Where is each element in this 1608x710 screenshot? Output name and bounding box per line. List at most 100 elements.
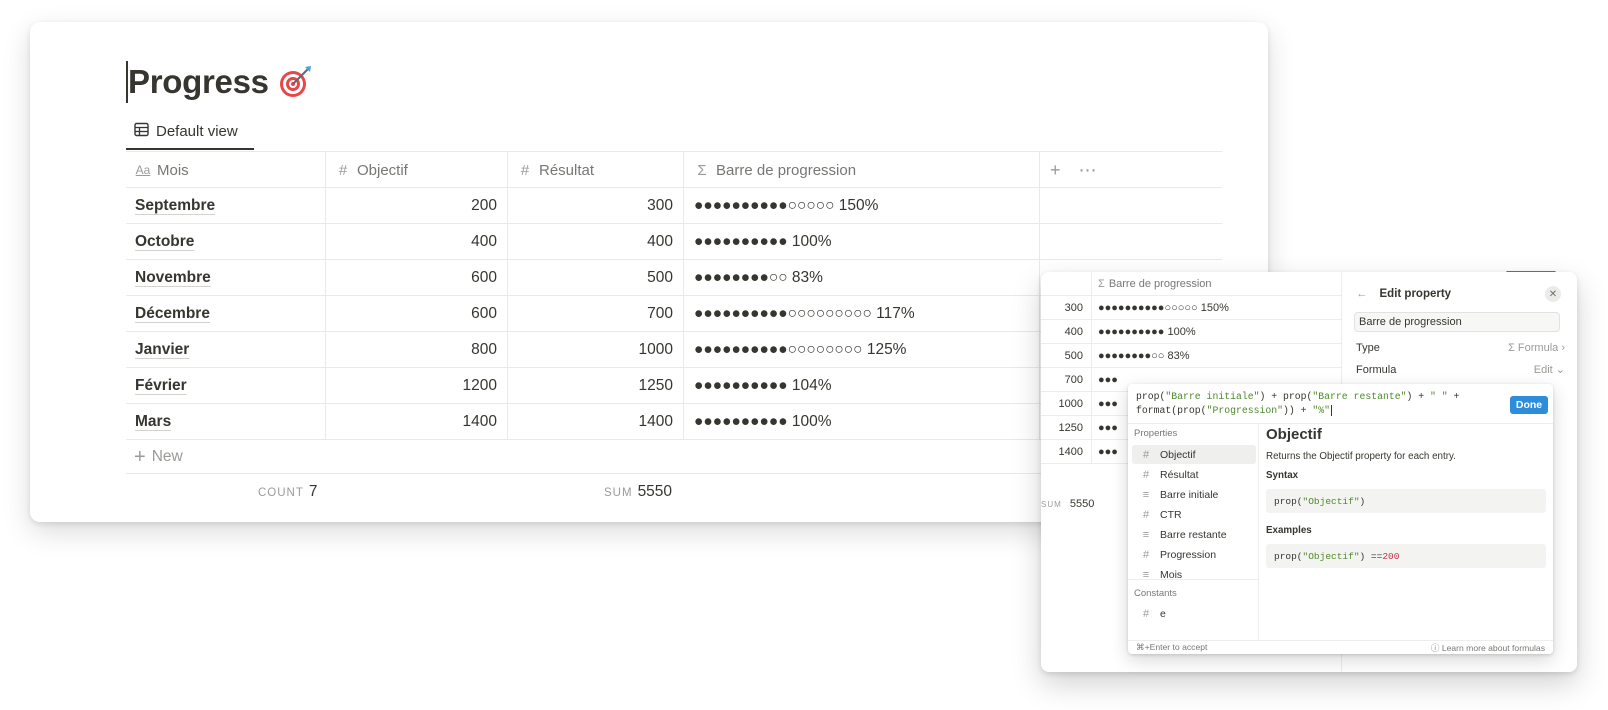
cell-resultat[interactable]: 400 — [508, 224, 684, 260]
text-lines-icon: ≡ — [1142, 528, 1150, 541]
mini-row[interactable]: 500 ●●●●●●●●○○ 83% — [1041, 344, 1341, 368]
cell-resultat[interactable]: 300 — [508, 188, 684, 224]
cell-resultat[interactable]: 1400 — [508, 404, 684, 440]
cell-objectif[interactable]: 600 — [326, 260, 508, 296]
learn-more-link[interactable]: ⓘ Learn more about formulas — [1431, 642, 1545, 654]
cell-barre[interactable]: ●●●●●●●●○○ 83% — [684, 260, 1040, 296]
column-label: Mois — [157, 161, 189, 179]
formula-string: "Barre restante" — [1312, 391, 1407, 402]
formula-row[interactable]: Formula Edit ⌄ — [1356, 363, 1565, 377]
cell-objectif[interactable]: 600 — [326, 296, 508, 332]
mini-resultat: 700 — [1041, 368, 1092, 392]
column-header-mois[interactable]: Aa Mois — [126, 152, 326, 188]
property-item-objectif[interactable]: # Objectif — [1132, 445, 1256, 464]
cell-barre[interactable]: ●●●●●●●●●●○○○○○ 150% — [684, 188, 1040, 224]
syntax-code: prop("Objectif") — [1266, 489, 1546, 513]
mini-sum-value: 5550 — [1069, 498, 1095, 510]
header-actions: + ⋯ — [1040, 152, 1222, 188]
sum-value: 5550 — [637, 483, 673, 500]
column-header-objectif[interactable]: # Objectif — [326, 152, 508, 188]
cell-barre[interactable]: ●●●●●●●●●● 104% — [684, 368, 1040, 404]
cell-barre[interactable]: ●●●●●●●●●●○○○○○○○○○ 117% — [684, 296, 1040, 332]
tab-default-view[interactable]: Default view — [126, 114, 254, 150]
mini-header-row: Σ Barre de progression — [1041, 272, 1341, 296]
close-icon[interactable]: ✕ — [1545, 286, 1561, 302]
mini-resultat: 500 — [1041, 344, 1092, 368]
sum-aggregate[interactable]: SUM 5550 — [604, 483, 672, 501]
formula-token: ) + — [1406, 391, 1431, 402]
mini-barre: ●●●●●●●●○○ 83% — [1098, 350, 1190, 362]
formula-label: Formula — [1356, 363, 1397, 376]
count-aggregate[interactable]: COUNT 7 — [258, 483, 318, 501]
sigma-formula-icon: Σ — [1098, 278, 1105, 290]
more-options-icon[interactable]: ⋯ — [1079, 160, 1097, 181]
property-label: CTR — [1160, 508, 1182, 521]
cell-objectif[interactable]: 1200 — [326, 368, 508, 404]
page-title[interactable]: Progress — [128, 63, 269, 101]
mois-value[interactable]: Septembre — [135, 197, 215, 215]
number-hash-icon: # — [1142, 448, 1150, 461]
property-item-barre-restante[interactable]: ≡ Barre restante — [1132, 525, 1256, 544]
cell-resultat[interactable]: 1000 — [508, 332, 684, 368]
property-label: Barre restante — [1160, 528, 1227, 541]
table-row[interactable]: Octobre 400 400 ●●●●●●●●●● 100% — [126, 224, 1222, 260]
mini-barre: ●●●●●●●●●●○○○○○ 150% — [1098, 302, 1229, 314]
formula-edit-link[interactable]: Edit — [1534, 364, 1553, 376]
formula-string: "%" — [1312, 405, 1331, 416]
mois-value[interactable]: Mars — [135, 413, 171, 431]
column-header-resultat[interactable]: # Résultat — [508, 152, 684, 188]
number-hash-icon: # — [1142, 508, 1150, 521]
code-token: ) == — [1359, 550, 1383, 562]
cell-resultat[interactable]: 1250 — [508, 368, 684, 404]
detail-title: Objectif — [1266, 426, 1322, 443]
cell-resultat[interactable]: 500 — [508, 260, 684, 296]
column-header-barre[interactable]: Σ Barre de progression — [684, 152, 1040, 188]
property-item-mois[interactable]: ≡ Mois — [1132, 565, 1256, 584]
property-item-ctr[interactable]: # CTR — [1132, 505, 1256, 524]
type-label: Type — [1356, 342, 1380, 354]
mini-row[interactable]: 400 ●●●●●●●●●● 100% — [1041, 320, 1341, 344]
add-column-plus-icon[interactable]: + — [1050, 160, 1061, 181]
mois-value[interactable]: Février — [135, 377, 187, 395]
property-name-input[interactable]: Barre de progression — [1354, 312, 1560, 332]
cell-objectif[interactable]: 1400 — [326, 404, 508, 440]
property-item-barre-initiale[interactable]: ≡ Barre initiale — [1132, 485, 1256, 504]
constant-item-e[interactable]: # e — [1132, 604, 1256, 623]
target-dart-icon[interactable] — [277, 64, 313, 100]
formula-token: )) + — [1283, 405, 1313, 416]
cell-barre[interactable]: ●●●●●●●●●● 100% — [684, 404, 1040, 440]
property-label: Barre initiale — [1160, 488, 1219, 501]
property-item-resultat[interactable]: # Résultat — [1132, 465, 1256, 484]
learn-more-label: Learn more about formulas — [1441, 642, 1545, 653]
cell-mois: Octobre — [126, 224, 326, 260]
mois-value[interactable]: Janvier — [135, 341, 189, 359]
mois-value[interactable]: Décembre — [135, 305, 210, 323]
done-button[interactable]: Done — [1510, 396, 1548, 414]
formula-input[interactable]: prop("Barre initiale") + prop("Barre res… — [1128, 384, 1553, 424]
table-view-icon — [134, 122, 149, 141]
formula-string: " " — [1430, 391, 1448, 402]
mois-value[interactable]: Octobre — [135, 233, 194, 251]
code-token: prop( — [1274, 550, 1303, 562]
edit-property-header: ← Edit property ✕ — [1356, 284, 1567, 304]
cell-barre[interactable]: ●●●●●●●●●●○○○○○○○○ 125% — [684, 332, 1040, 368]
sum-label: SUM — [604, 487, 633, 499]
cell-mois: Février — [126, 368, 326, 404]
cell-objectif[interactable]: 200 — [326, 188, 508, 224]
mini-sum-aggregate: SUM 5550 — [1041, 498, 1094, 510]
mois-value[interactable]: Novembre — [135, 269, 211, 287]
cell-objectif[interactable]: 400 — [326, 224, 508, 260]
code-number: 200 — [1382, 550, 1400, 562]
column-label: Résultat — [539, 161, 595, 179]
back-arrow-icon[interactable]: ← — [1356, 288, 1368, 300]
cell-objectif[interactable]: 800 — [326, 332, 508, 368]
table-row[interactable]: Septembre 200 300 ●●●●●●●●●●○○○○○ 150% — [126, 188, 1222, 224]
mini-barre: ●●●●●●●●●● 100% — [1098, 326, 1196, 338]
cell-resultat[interactable]: 700 — [508, 296, 684, 332]
constants-section-title: Constants — [1134, 588, 1177, 599]
mini-row[interactable]: 300 ●●●●●●●●●●○○○○○ 150% — [1041, 296, 1341, 320]
type-row[interactable]: Type Σ Formula › — [1356, 342, 1565, 354]
property-item-progression[interactable]: # Progression — [1132, 545, 1256, 564]
mini-column-header[interactable]: Σ Barre de progression — [1092, 272, 1341, 296]
cell-barre[interactable]: ●●●●●●●●●● 100% — [684, 224, 1040, 260]
